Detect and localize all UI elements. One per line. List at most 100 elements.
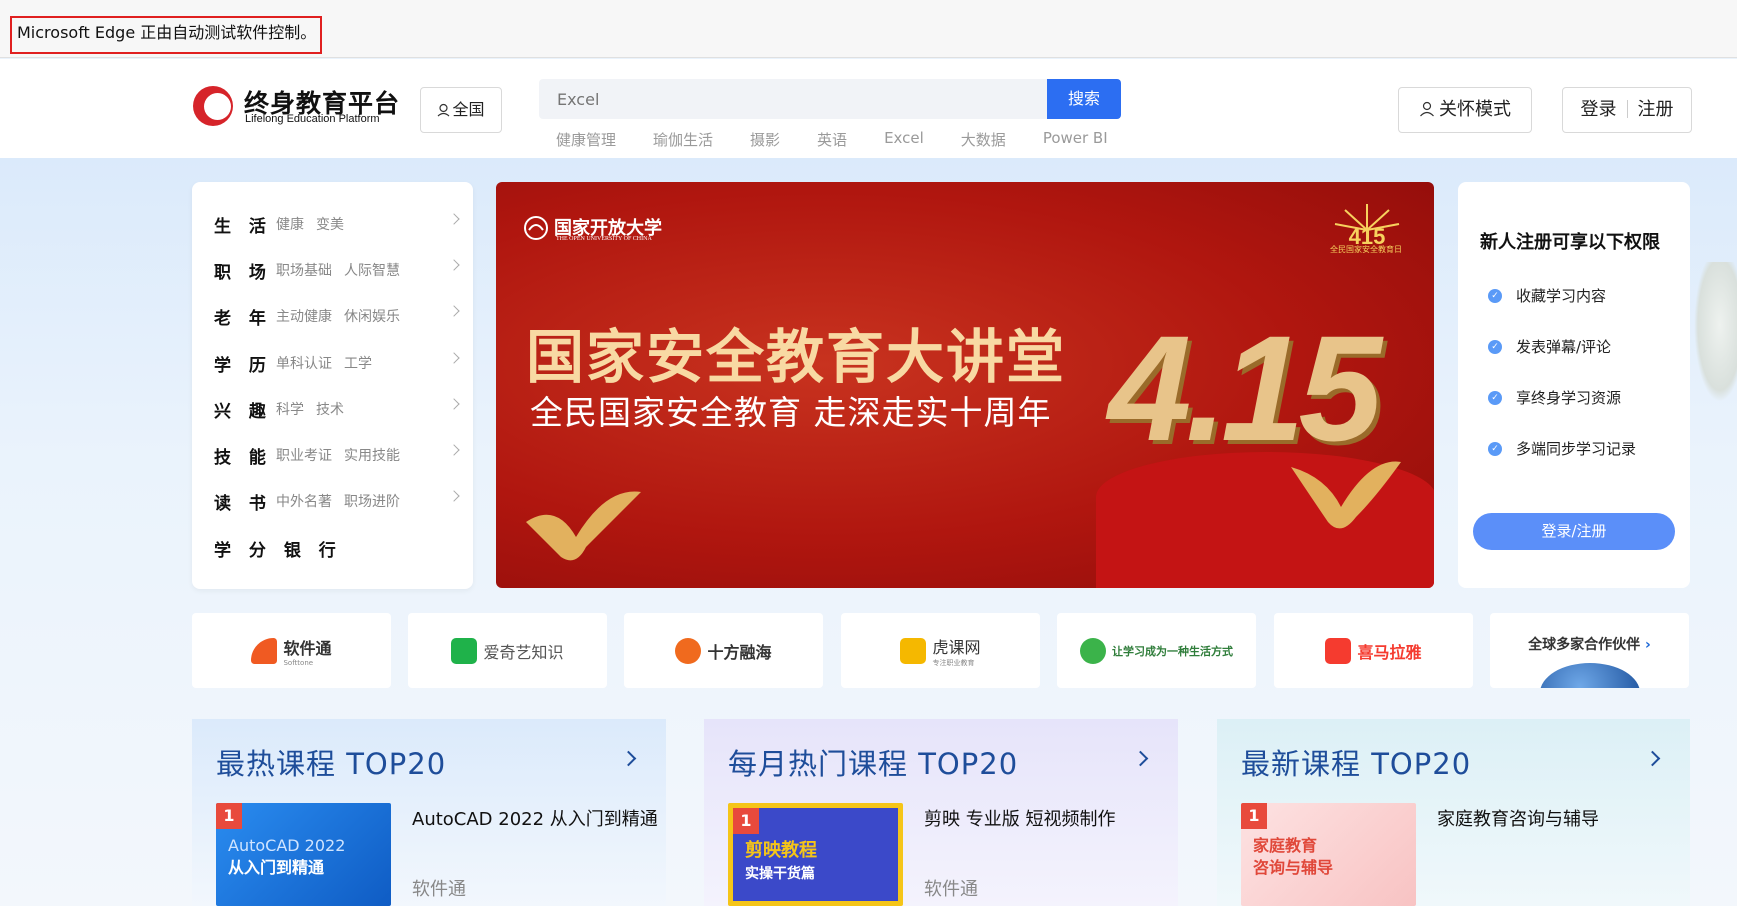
softtone-logo xyxy=(251,637,278,664)
category-sub[interactable]: 人际智慧 xyxy=(344,260,400,280)
category-item-elderly[interactable]: 老 年 主动健康 休闲娱乐 xyxy=(214,304,460,329)
partner-name: 十方融海 xyxy=(707,642,772,662)
partner-ximalaya[interactable]: 喜马拉雅 xyxy=(1274,613,1473,688)
region-selector[interactable]: 全国 xyxy=(420,87,502,133)
ximalaya-logo xyxy=(1325,637,1352,664)
partner-subname: 专注职业教育 xyxy=(932,658,975,667)
chevron-right-icon[interactable] xyxy=(1132,750,1149,767)
partner-strip: 软件通 Softtone 爱奇艺知识 十方融海 虎课网 专注职业教育 让学习成为一种… xyxy=(192,613,1690,688)
course-title[interactable]: 家庭教育咨询与辅导 xyxy=(1437,805,1599,831)
hot-tag[interactable]: 大数据 xyxy=(961,129,1006,151)
partner-global[interactable]: 全球多家合作伙伴 › xyxy=(1490,613,1689,688)
dove-icon xyxy=(1291,461,1401,529)
category-item-reading[interactable]: 读 书 中外名著 职场进阶 xyxy=(214,489,460,514)
category-sub[interactable]: 实用技能 xyxy=(344,445,400,465)
course-title[interactable]: 剪映 专业版 短视频制作 xyxy=(924,805,1115,831)
chevron-right-icon xyxy=(448,398,460,410)
category-sub[interactable]: 职场进阶 xyxy=(344,491,400,511)
university-logo-icon xyxy=(524,216,548,240)
hot-tag[interactable]: 摄影 xyxy=(750,129,780,151)
emblem-caption: 全民国家安全教育日 xyxy=(1330,245,1402,254)
check-icon: ✓ xyxy=(1488,390,1502,405)
partner-huke[interactable]: 虎课网 专注职业教育 xyxy=(841,613,1040,688)
perk-item: ✓ 收藏学习内容 xyxy=(1488,285,1606,306)
perk-label: 发表弹幕/评论 xyxy=(1516,338,1612,356)
category-item-interest[interactable]: 兴 趣 科学 技术 xyxy=(214,397,460,422)
dove-icon xyxy=(526,491,641,561)
category-name: 学 分 银 行 xyxy=(214,540,342,561)
hot-tag[interactable]: 英语 xyxy=(817,129,847,151)
partner-shifang[interactable]: 十方融海 xyxy=(624,613,823,688)
banner-subheadline: 全民国家安全教育 走深走实十周年 xyxy=(530,393,1052,432)
category-name: 老 年 xyxy=(214,308,272,329)
category-sub[interactable]: 职场基础 xyxy=(276,260,332,280)
region-label: 全国 xyxy=(452,100,485,119)
iqiyi-logo xyxy=(451,637,478,664)
category-sub[interactable]: 工学 xyxy=(344,353,372,373)
course-thumbnail[interactable]: 剪映教程 实操干货篇 1 xyxy=(728,803,903,906)
auth-links: 登录 注册 xyxy=(1562,87,1692,133)
category-sub[interactable]: 主动健康 xyxy=(276,306,332,326)
course-thumbnail[interactable]: 家庭教育 咨询与辅导 1 xyxy=(1241,803,1416,906)
hot-tag[interactable]: 健康管理 xyxy=(556,129,616,151)
partner-name: 虎课网 xyxy=(932,637,981,657)
chevron-right-icon xyxy=(448,352,460,364)
chevron-right-icon[interactable] xyxy=(1644,750,1661,767)
ranking-monthly: 每月热门课程 TOP20 剪映教程 实操干货篇 1 剪映 专业版 短视频制作 软件… xyxy=(704,719,1178,906)
perk-label: 享终身学习资源 xyxy=(1516,389,1622,407)
partner-softtone[interactable]: 软件通 Softtone xyxy=(192,613,391,688)
login-link[interactable]: 登录 xyxy=(1581,99,1617,120)
category-sub[interactable]: 健康 xyxy=(276,214,304,234)
logo-subtitle: Lifelong Education Platform xyxy=(245,113,380,125)
course-title[interactable]: AutoCAD 2022 从入门到精通 xyxy=(412,805,658,831)
mascot-icon[interactable] xyxy=(1694,262,1737,402)
category-sub[interactable]: 单科认证 xyxy=(276,353,332,373)
care-mode-button[interactable]: 关怀模式 xyxy=(1398,87,1532,133)
ranking-title[interactable]: 每月热门课程 TOP20 xyxy=(728,741,1018,783)
category-item-life[interactable]: 生 活 健康 变美 xyxy=(214,212,460,237)
banner-headline: 国家安全教育大讲堂 xyxy=(526,323,1067,391)
hero-banner[interactable]: 国家开放大学 THE OPEN UNIVERSITY OF CHINA 国家安全… xyxy=(496,182,1434,588)
category-name: 读 书 xyxy=(214,493,272,514)
browser-info-bar: Microsoft Edge 正由自动测试软件控制。 xyxy=(0,0,1737,58)
search-input[interactable] xyxy=(539,79,1047,119)
category-sub[interactable]: 休闲娱乐 xyxy=(344,306,400,326)
category-item-degree[interactable]: 学 历 单科认证 工学 xyxy=(214,351,460,376)
login-register-button[interactable]: 登录/注册 xyxy=(1473,513,1675,550)
hot-tag[interactable]: Excel xyxy=(884,129,924,151)
category-name: 兴 趣 xyxy=(214,401,272,422)
category-sub[interactable]: 科学 xyxy=(276,399,304,419)
category-item-skills[interactable]: 技 能 职业考证 实用技能 xyxy=(214,443,460,468)
university-name-en: THE OPEN UNIVERSITY OF CHINA xyxy=(556,236,652,242)
huke-logo xyxy=(900,637,927,664)
course-provider: 软件通 xyxy=(924,879,978,900)
course-thumbnail[interactable]: AutoCAD 2022 从入门到精通 1 xyxy=(216,803,391,906)
chevron-right-icon[interactable] xyxy=(620,750,637,767)
ranking-title[interactable]: 最新课程 TOP20 xyxy=(1241,741,1471,783)
partner-name: 全球多家合作伙伴 xyxy=(1528,636,1641,653)
partner-learning[interactable]: 让学习成为一种生活方式 xyxy=(1057,613,1256,688)
perk-item: ✓ 发表弹幕/评论 xyxy=(1488,336,1611,357)
rank-badge: 1 xyxy=(1241,803,1267,829)
category-item-career[interactable]: 职 场 职场基础 人际智慧 xyxy=(214,258,460,283)
hot-tag[interactable]: 瑜伽生活 xyxy=(653,129,713,151)
category-sub[interactable]: 技术 xyxy=(316,399,344,419)
hot-tag[interactable]: Power BI xyxy=(1043,129,1108,151)
perk-item: ✓ 享终身学习资源 xyxy=(1488,387,1621,408)
category-sub[interactable]: 中外名著 xyxy=(276,491,332,511)
logo-icon[interactable] xyxy=(193,86,233,126)
partner-subname: Softtone xyxy=(283,658,314,667)
partner-iqiyi[interactable]: 爱奇艺知识 xyxy=(408,613,607,688)
register-link[interactable]: 注册 xyxy=(1638,99,1674,120)
category-sub[interactable]: 变美 xyxy=(316,214,344,234)
ranking-title[interactable]: 最热课程 TOP20 xyxy=(216,741,446,783)
partner-name: 让学习成为一种生活方式 xyxy=(1112,644,1233,658)
thumbnail-text: 剪映教程 实操干货篇 xyxy=(745,840,817,882)
category-sub[interactable]: 职业考证 xyxy=(276,445,332,465)
chevron-right-icon: › xyxy=(1640,636,1651,653)
category-item-credit-bank[interactable]: 学 分 银 行 xyxy=(214,536,458,561)
course-provider: 软件通 xyxy=(412,879,466,900)
chevron-right-icon xyxy=(448,213,460,225)
search-button[interactable]: 搜索 xyxy=(1047,79,1121,119)
thumbnail-text: AutoCAD 2022 从入门到精通 xyxy=(228,836,346,877)
